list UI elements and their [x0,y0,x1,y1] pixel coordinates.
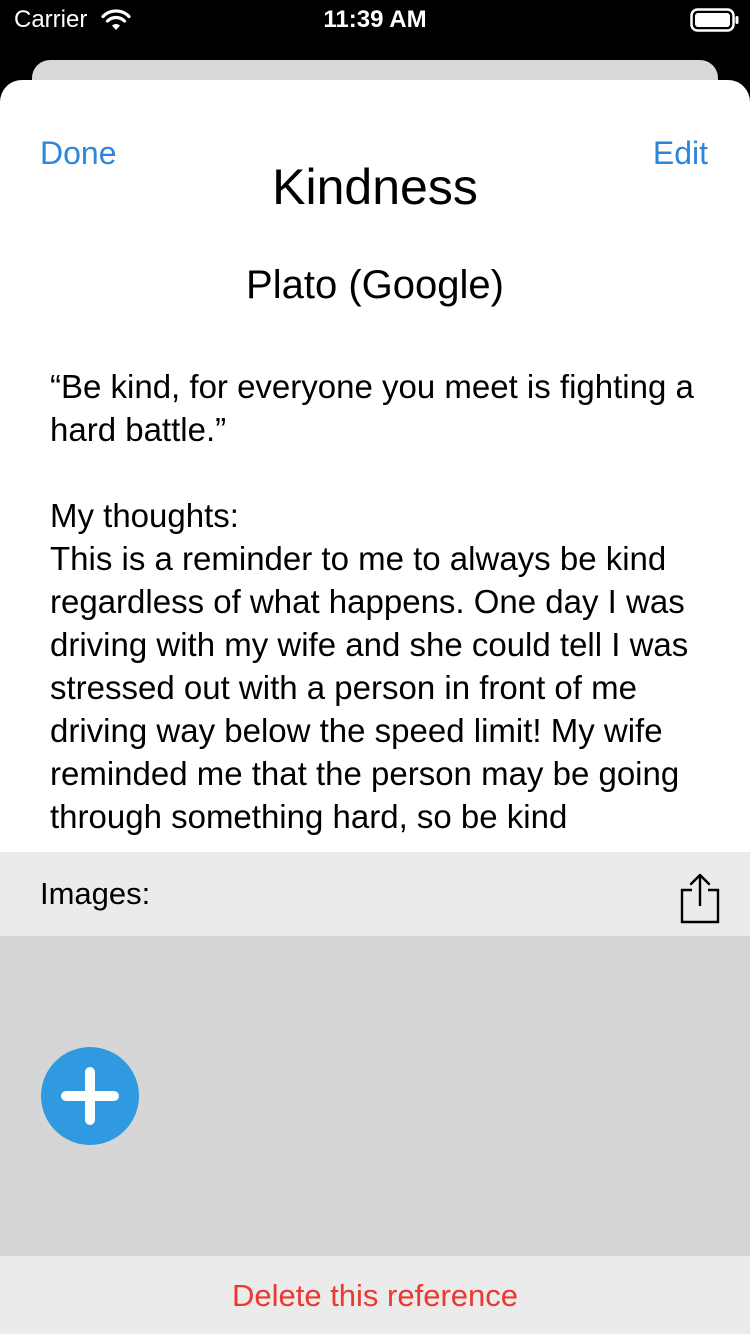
reference-sheet: Done Edit Kindness Plato (Google) “Be ki… [0,80,750,1334]
images-area [0,936,750,1256]
delete-reference-button[interactable]: Delete this reference [0,1278,750,1314]
share-icon[interactable] [676,872,724,929]
status-bar: Carrier 11:39 AM [0,0,750,40]
reference-author: Plato (Google) [246,263,504,307]
thoughts-heading: My thoughts: [50,497,239,534]
quote-text: “Be kind, for everyone you meet is fight… [50,368,694,448]
battery-icon [690,8,740,37]
clock: 11:39 AM [323,6,427,33]
reference-title: Kindness [272,159,478,215]
reference-body-text[interactable]: “Be kind, for everyone you meet is fight… [50,365,700,852]
add-image-button[interactable] [41,1047,139,1145]
thoughts-body: This is a reminder to me to always be ki… [50,540,689,835]
delete-bar: Delete this reference [0,1256,750,1334]
images-label: Images: [40,876,151,911]
images-header-bar: Images: [0,852,750,936]
